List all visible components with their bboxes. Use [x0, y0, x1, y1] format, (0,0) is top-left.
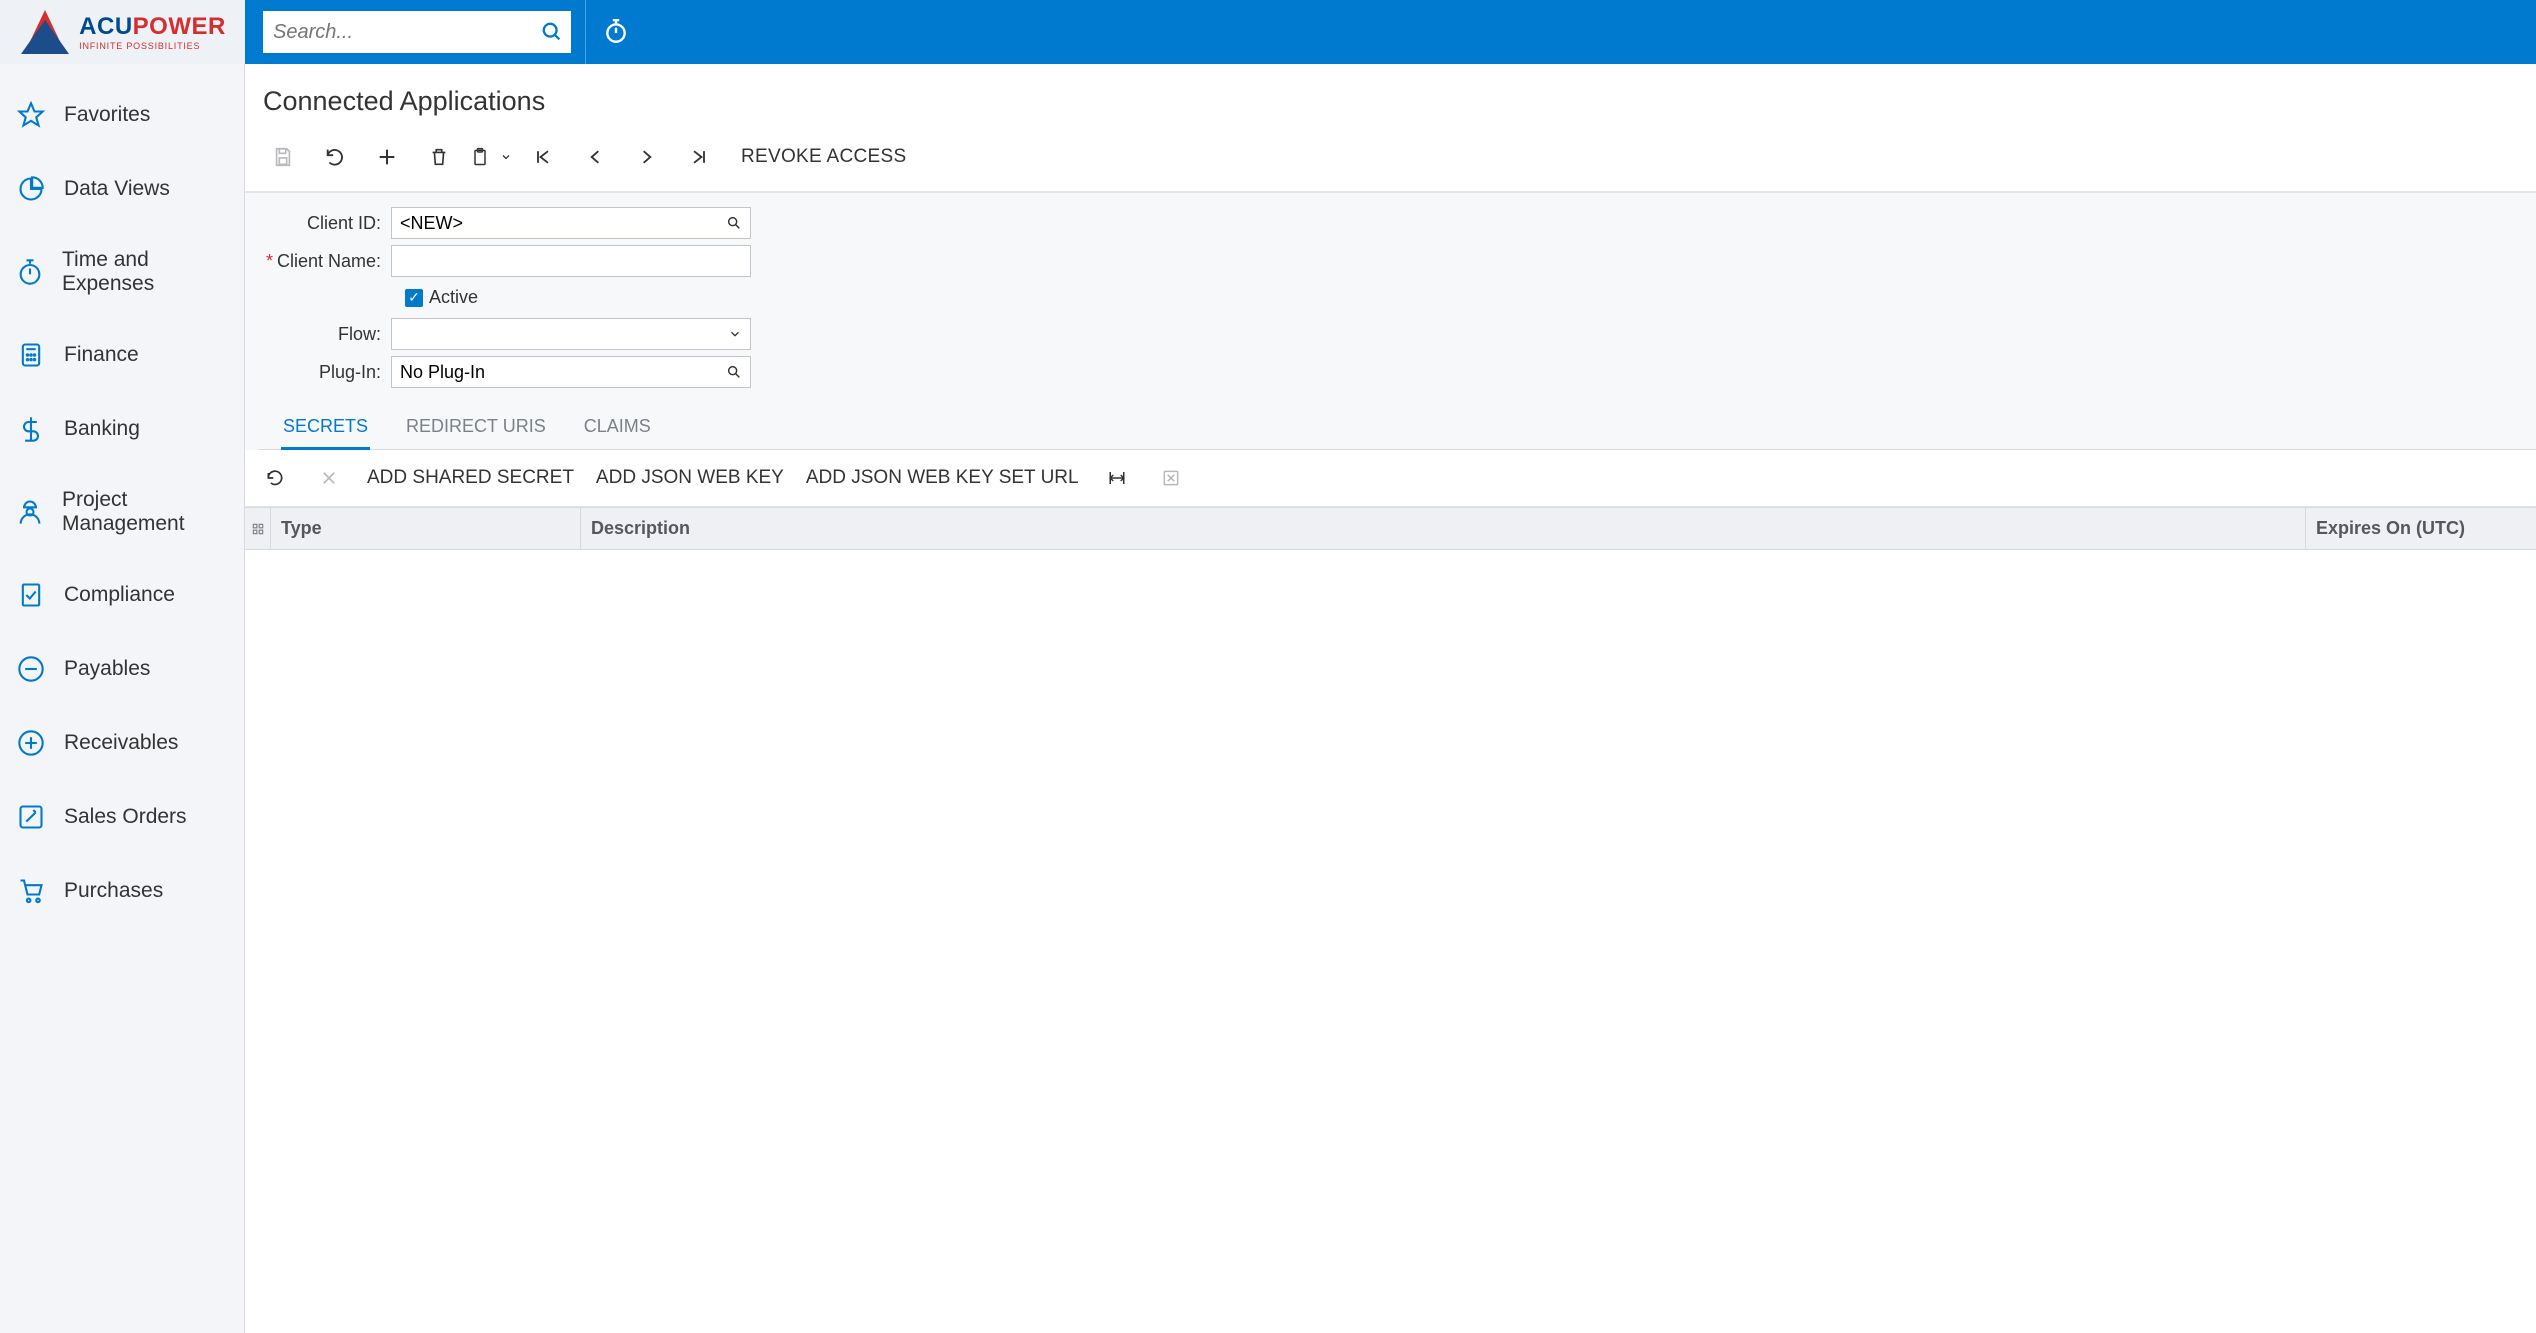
clock-button[interactable] — [586, 0, 646, 64]
brand-tagline: INFINITE POSSIBILITIES — [79, 41, 226, 51]
toolbar: REVOKE ACCESS — [245, 129, 2536, 192]
flow-input[interactable] — [400, 324, 728, 345]
form-area: Client ID: *Client Name: ✓ Active Flow: — [245, 192, 2536, 450]
export-excel-button — [1155, 462, 1187, 494]
client-name-input[interactable] — [400, 251, 742, 272]
sidebar-item-label: Data Views — [64, 177, 170, 201]
search-icon[interactable] — [541, 21, 563, 43]
sidebar: Favorites Data Views Time and Expenses F… — [0, 64, 245, 1333]
sidebar-item-label: Banking — [64, 417, 140, 441]
search-input[interactable] — [273, 21, 541, 44]
column-header-type[interactable]: Type — [271, 508, 581, 549]
add-button[interactable] — [361, 139, 413, 175]
row-selector-header[interactable] — [245, 508, 271, 549]
top-bar: ACUPOWER INFINITE POSSIBILITIES — [0, 0, 2536, 64]
brand-text-2: POWER — [133, 13, 226, 40]
client-name-field[interactable] — [391, 245, 751, 277]
sidebar-item-label: Sales Orders — [64, 805, 187, 829]
chevron-down-icon[interactable] — [728, 327, 742, 341]
page-title: Connected Applications — [245, 64, 2536, 129]
nav-last-button[interactable] — [673, 139, 725, 175]
client-name-label: *Client Name: — [259, 251, 391, 272]
add-json-web-key-button[interactable]: ADD JSON WEB KEY — [596, 467, 784, 489]
plugin-input[interactable] — [400, 362, 726, 383]
chevron-down-icon[interactable] — [500, 151, 512, 163]
sidebar-item-compliance[interactable]: Compliance — [0, 558, 244, 632]
sidebar-item-label: Project Management — [62, 488, 228, 536]
tab-redirect-uris[interactable]: REDIRECT URIS — [404, 410, 548, 449]
active-label: Active — [429, 287, 478, 308]
sidebar-item-favorites[interactable]: Favorites — [0, 78, 244, 152]
sidebar-item-label: Favorites — [64, 103, 150, 127]
sidebar-item-finance[interactable]: Finance — [0, 318, 244, 392]
flow-field[interactable] — [391, 318, 751, 350]
worker-icon — [16, 497, 44, 527]
refresh-button[interactable] — [259, 462, 291, 494]
pencil-square-icon — [16, 802, 46, 832]
flow-label: Flow: — [259, 324, 391, 345]
save-button — [257, 139, 309, 175]
logo-mark-icon — [19, 8, 71, 56]
document-check-icon — [16, 580, 46, 610]
tab-claims[interactable]: CLAIMS — [582, 410, 653, 449]
lookup-icon[interactable] — [726, 364, 742, 380]
search-box[interactable] — [263, 11, 571, 53]
sidebar-item-time-expenses[interactable]: Time and Expenses — [0, 226, 244, 318]
tab-secrets[interactable]: SECRETS — [281, 410, 370, 450]
sidebar-item-label: Finance — [64, 343, 139, 367]
grid-header: Type Description Expires On (UTC) — [245, 507, 2536, 550]
main-content: Connected Applications REVOKE ACCESS Cli… — [245, 64, 2536, 1333]
client-id-field[interactable] — [391, 207, 751, 239]
sidebar-item-project-mgmt[interactable]: Project Management — [0, 466, 244, 558]
clipboard-button[interactable] — [465, 139, 517, 175]
delete-button[interactable] — [413, 139, 465, 175]
sidebar-item-label: Time and Expenses — [62, 248, 228, 296]
sidebar-item-banking[interactable]: Banking — [0, 392, 244, 466]
nav-prev-button[interactable] — [569, 139, 621, 175]
plus-circle-icon — [16, 728, 46, 758]
active-checkbox[interactable]: ✓ — [405, 289, 423, 307]
nav-first-button[interactable] — [517, 139, 569, 175]
tabs: SECRETS REDIRECT URIS CLAIMS — [259, 396, 2536, 450]
column-header-description[interactable]: Description — [581, 508, 2306, 549]
nav-next-button[interactable] — [621, 139, 673, 175]
sidebar-item-data-views[interactable]: Data Views — [0, 152, 244, 226]
sub-toolbar: ADD SHARED SECRET ADD JSON WEB KEY ADD J… — [245, 450, 2536, 507]
sidebar-item-label: Compliance — [64, 583, 175, 607]
stopwatch-icon — [16, 257, 44, 287]
sidebar-item-receivables[interactable]: Receivables — [0, 706, 244, 780]
star-icon — [16, 100, 46, 130]
client-id-label: Client ID: — [259, 213, 391, 234]
sidebar-item-sales-orders[interactable]: Sales Orders — [0, 780, 244, 854]
brand-logo[interactable]: ACUPOWER INFINITE POSSIBILITIES — [0, 0, 245, 64]
sidebar-item-purchases[interactable]: Purchases — [0, 854, 244, 928]
undo-button[interactable] — [309, 139, 361, 175]
fit-columns-button[interactable] — [1101, 462, 1133, 494]
client-id-input[interactable] — [400, 213, 726, 234]
brand-text-1: ACU — [79, 13, 133, 40]
sidebar-item-label: Payables — [64, 657, 150, 681]
sidebar-item-payables[interactable]: Payables — [0, 632, 244, 706]
sidebar-item-label: Purchases — [64, 879, 163, 903]
plugin-field[interactable] — [391, 356, 751, 388]
plugin-label: Plug-In: — [259, 362, 391, 383]
revoke-access-button[interactable]: REVOKE ACCESS — [725, 146, 922, 168]
add-json-web-key-set-url-button[interactable]: ADD JSON WEB KEY SET URL — [806, 467, 1079, 489]
cart-icon — [16, 876, 46, 906]
add-shared-secret-button[interactable]: ADD SHARED SECRET — [367, 467, 574, 489]
column-header-expires[interactable]: Expires On (UTC) — [2306, 508, 2536, 549]
delete-row-button — [313, 462, 345, 494]
lookup-icon[interactable] — [726, 215, 742, 231]
pie-chart-icon — [16, 174, 46, 204]
minus-circle-icon — [16, 654, 46, 684]
calculator-icon — [16, 340, 46, 370]
dollar-icon — [16, 414, 46, 444]
sidebar-item-label: Receivables — [64, 731, 178, 755]
